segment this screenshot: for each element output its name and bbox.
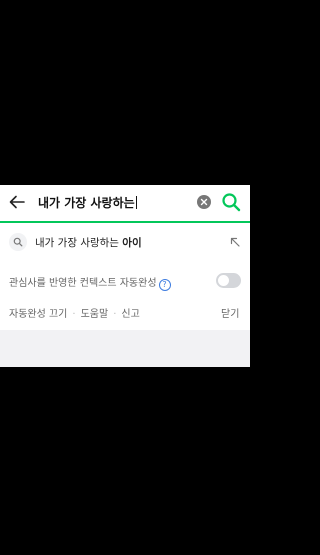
suggestion-highlight: 아이 bbox=[122, 237, 142, 249]
arrow-up-left-icon bbox=[230, 237, 240, 247]
footer-background bbox=[0, 330, 250, 367]
back-arrow-icon bbox=[9, 195, 25, 209]
search-button[interactable] bbox=[220, 191, 242, 213]
back-button[interactable] bbox=[8, 193, 26, 211]
autocomplete-off-link[interactable]: 자동완성 끄기 bbox=[9, 309, 67, 320]
help-link[interactable]: 도움말 bbox=[81, 309, 109, 320]
clear-icon bbox=[200, 198, 208, 206]
autocomplete-panel: 내가 가장 사랑하는 내가 가장 사랑하는 아이 관심사를 반영한 컨텍스트 자… bbox=[0, 185, 250, 367]
clear-button[interactable] bbox=[197, 195, 211, 209]
report-link[interactable]: 신고 bbox=[121, 309, 139, 320]
context-autocomplete-toggle[interactable] bbox=[216, 273, 241, 288]
text-cursor bbox=[135, 196, 137, 209]
suggestion-text: 내가 가장 사랑하는 아이 bbox=[35, 235, 142, 250]
magnifier-icon bbox=[9, 233, 27, 251]
search-icon bbox=[222, 193, 241, 212]
question-icon[interactable]: ? bbox=[158, 279, 171, 291]
fill-query-button[interactable] bbox=[228, 235, 242, 249]
suggestion-prefix: 내가 가장 사랑하는 bbox=[35, 237, 123, 249]
search-input[interactable]: 내가 가장 사랑하는 bbox=[38, 194, 137, 211]
search-query-text: 내가 가장 사랑하는 bbox=[38, 196, 135, 210]
suggestion-item[interactable]: 내가 가장 사랑하는 아이 bbox=[0, 229, 250, 255]
close-link[interactable]: 닫기 bbox=[221, 305, 239, 320]
footer-link-group: 자동완성 끄기 · 도움말 · 신고 bbox=[9, 305, 140, 320]
search-bar: 내가 가장 사랑하는 bbox=[0, 185, 250, 223]
separator: · bbox=[72, 309, 76, 320]
separator: · bbox=[113, 309, 117, 320]
toggle-knob bbox=[218, 275, 229, 286]
context-autocomplete-label: 관심사를 반영한 컨텍스트 자동완성? bbox=[9, 274, 171, 291]
context-autocomplete-text: 관심사를 반영한 컨텍스트 자동완성 bbox=[9, 278, 157, 289]
context-autocomplete-setting: 관심사를 반영한 컨텍스트 자동완성? bbox=[0, 271, 250, 291]
footer-links: 자동완성 끄기 · 도움말 · 신고 닫기 bbox=[0, 302, 250, 322]
